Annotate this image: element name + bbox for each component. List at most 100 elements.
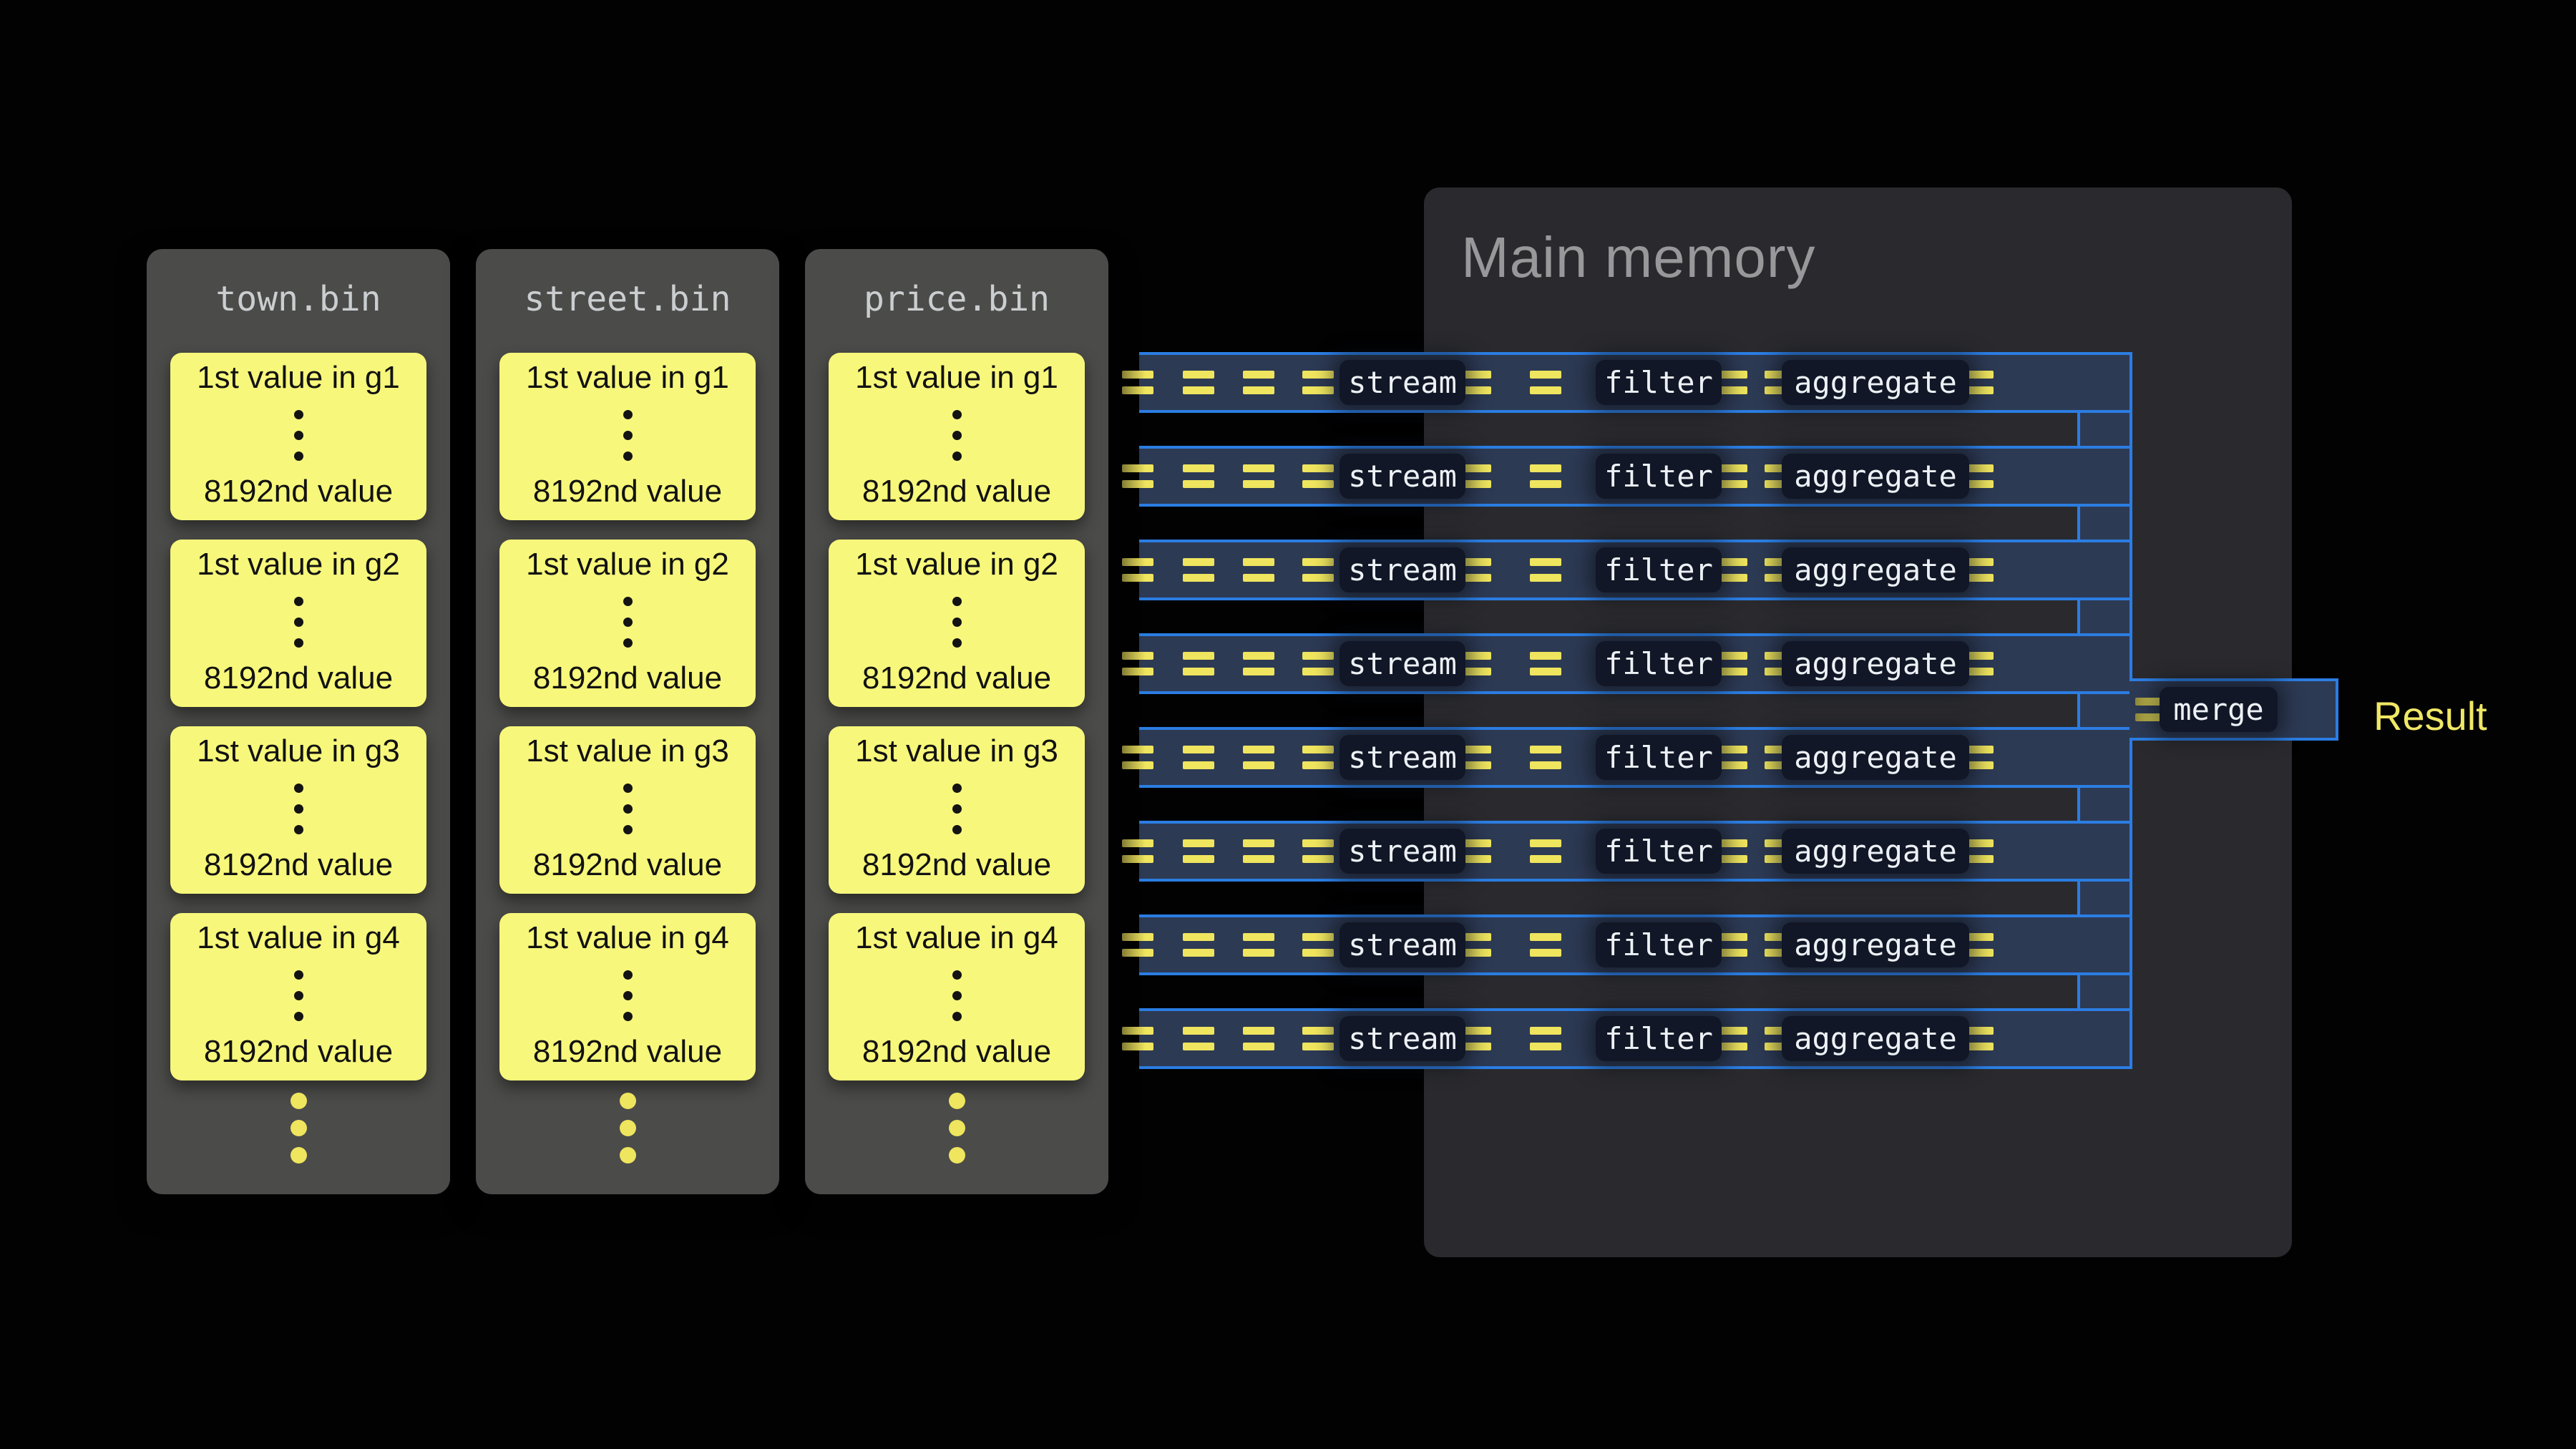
aggregate-operator-chip: aggregate — [1782, 360, 1969, 405]
merge-connector: merge — [2129, 678, 2338, 741]
block-last-value-label: 8192nd value — [862, 1034, 1051, 1070]
block-first-value-label: 1st value in g1 — [855, 360, 1058, 396]
file-title: town.bin — [147, 279, 450, 319]
block-last-value-label: 8192nd value — [862, 660, 1051, 697]
equals-dashes-icon — [1183, 558, 1214, 582]
equals-dashes-icon — [1243, 558, 1274, 582]
equals-dashes-icon — [1243, 371, 1274, 394]
file-title: street.bin — [476, 279, 779, 319]
value-block: 1st value in g2 8192nd value — [170, 540, 426, 707]
equals-dashes-icon — [1530, 371, 1561, 394]
filter-operator-chip: filter — [1596, 1016, 1722, 1061]
equals-dashes-icon — [1302, 839, 1334, 863]
pipeline-row-3: streamfilteraggregate — [1139, 540, 2129, 600]
filter-operator-chip: filter — [1596, 735, 1722, 780]
value-block: 1st value in g2 8192nd value — [829, 540, 1085, 707]
value-block: 1st value in g38192nd value — [499, 726, 756, 894]
block-first-value-label: 1st value in g2 — [855, 547, 1058, 583]
block-last-value-label: 8192nd value — [204, 474, 393, 510]
block-last-value-label: 8192nd value — [204, 660, 393, 697]
stream-operator-chip: stream — [1340, 922, 1465, 967]
pipeline-row-7: streamfilteraggregate — [1139, 914, 2129, 975]
diagram-canvas: Main memory stream filter aggregate stream f… — [0, 0, 2576, 1449]
equals-dashes-icon — [1122, 652, 1153, 675]
stream-operator-chip: stream — [1340, 641, 1465, 686]
stream-operator-chip: stream — [1340, 829, 1465, 874]
block-first-value-label: 1st value in g4 — [526, 920, 729, 957]
equals-dashes-icon — [1243, 464, 1274, 488]
block-first-value-label: 1st value in g4 — [197, 920, 400, 957]
equals-dashes-icon — [1302, 652, 1334, 675]
block-last-value-label: 8192nd value — [862, 474, 1051, 510]
equals-dashes-icon — [1243, 933, 1274, 957]
equals-dashes-icon — [1122, 371, 1153, 394]
stream-operator-chip: stream — [1340, 1016, 1465, 1061]
block-last-value-label: 8192nd value — [862, 847, 1051, 884]
aggregate-operator-chip: aggregate — [1782, 641, 1969, 686]
equals-dashes-icon — [1122, 933, 1153, 957]
equals-dashes-icon — [1243, 839, 1274, 863]
filter-operator-chip: filter — [1596, 454, 1722, 499]
equals-dashes-icon — [1122, 839, 1153, 863]
block-first-value-label: 1st value in g2 — [197, 547, 400, 583]
value-block: 1st value in g2 8192nd value — [499, 540, 756, 707]
ellipsis-dots-icon — [952, 410, 962, 461]
value-block: 1st value in g18192nd value — [499, 353, 756, 520]
equals-dashes-icon — [1302, 464, 1334, 488]
equals-dashes-icon — [1183, 746, 1214, 769]
equals-dashes-icon — [1243, 652, 1274, 675]
ellipsis-dots-icon — [623, 597, 633, 648]
equals-dashes-icon — [1530, 746, 1561, 769]
block-last-value-label: 8192nd value — [533, 660, 722, 697]
block-first-value-label: 1st value in g3 — [526, 733, 729, 770]
equals-dashes-icon — [1530, 652, 1561, 675]
ellipsis-dots-icon — [952, 970, 962, 1021]
block-first-value-label: 1st value in g1 — [526, 360, 729, 396]
equals-dashes-icon — [1302, 558, 1334, 582]
equals-dashes-icon — [1302, 746, 1334, 769]
pipeline-row-1: streamfilteraggregate — [1139, 352, 2129, 413]
file-title: price.bin — [805, 279, 1108, 319]
value-block: 1st value in g4 8192nd value — [829, 913, 1085, 1080]
equals-dashes-icon — [1530, 1027, 1561, 1050]
value-block: 1st value in g18192nd value — [170, 353, 426, 520]
equals-dashes-icon — [1183, 464, 1214, 488]
aggregate-operator-chip: aggregate — [1782, 547, 1969, 592]
block-last-value-label: 8192nd value — [533, 1034, 722, 1070]
pipeline-row-6: streamfilteraggregate — [1139, 821, 2129, 882]
ellipsis-dots-icon — [623, 410, 633, 461]
equals-dashes-icon — [1122, 464, 1153, 488]
value-block: 1st value in g3 8192nd value — [829, 726, 1085, 894]
filter-operator-chip: filter — [1596, 641, 1722, 686]
pipeline-row-4: stream filter aggregate — [1139, 633, 2129, 694]
ellipsis-dots-icon — [294, 970, 303, 1021]
block-first-value-label: 1st value in g3 — [855, 733, 1058, 770]
merge-operator-chip: merge — [2160, 687, 2278, 732]
more-groups-dots-icon — [476, 1093, 779, 1163]
value-block: 1st value in g4 8192nd value — [499, 913, 756, 1080]
equals-dashes-icon — [1530, 464, 1561, 488]
more-groups-dots-icon — [805, 1093, 1108, 1163]
result-label: Result — [2373, 693, 2487, 739]
aggregate-operator-chip: aggregate — [1782, 1016, 1969, 1061]
aggregate-operator-chip: aggregate — [1782, 735, 1969, 780]
main-memory-title: Main memory — [1461, 225, 1816, 291]
ellipsis-dots-icon — [294, 410, 303, 461]
equals-dashes-icon — [1243, 746, 1274, 769]
equals-dashes-icon — [1530, 839, 1561, 863]
equals-dashes-icon — [1302, 371, 1334, 394]
filter-operator-chip: filter — [1596, 829, 1722, 874]
block-first-value-label: 1st value in g2 — [526, 547, 729, 583]
equals-dashes-icon — [1122, 746, 1153, 769]
ellipsis-dots-icon — [294, 784, 303, 834]
block-first-value-label: 1st value in g3 — [197, 733, 400, 770]
more-groups-dots-icon — [147, 1093, 450, 1163]
block-first-value-label: 1st value in g4 — [855, 920, 1058, 957]
file-panel-street-bin: street.bin1st value in g18192nd value1st… — [476, 249, 779, 1194]
filter-operator-chip: filter — [1596, 360, 1722, 405]
equals-dashes-icon — [1530, 558, 1561, 582]
ellipsis-dots-icon — [294, 597, 303, 648]
pipeline-row-8: stream filter aggregate — [1139, 1008, 2129, 1069]
equals-dashes-icon — [1122, 558, 1153, 582]
aggregate-operator-chip: aggregate — [1782, 922, 1969, 967]
